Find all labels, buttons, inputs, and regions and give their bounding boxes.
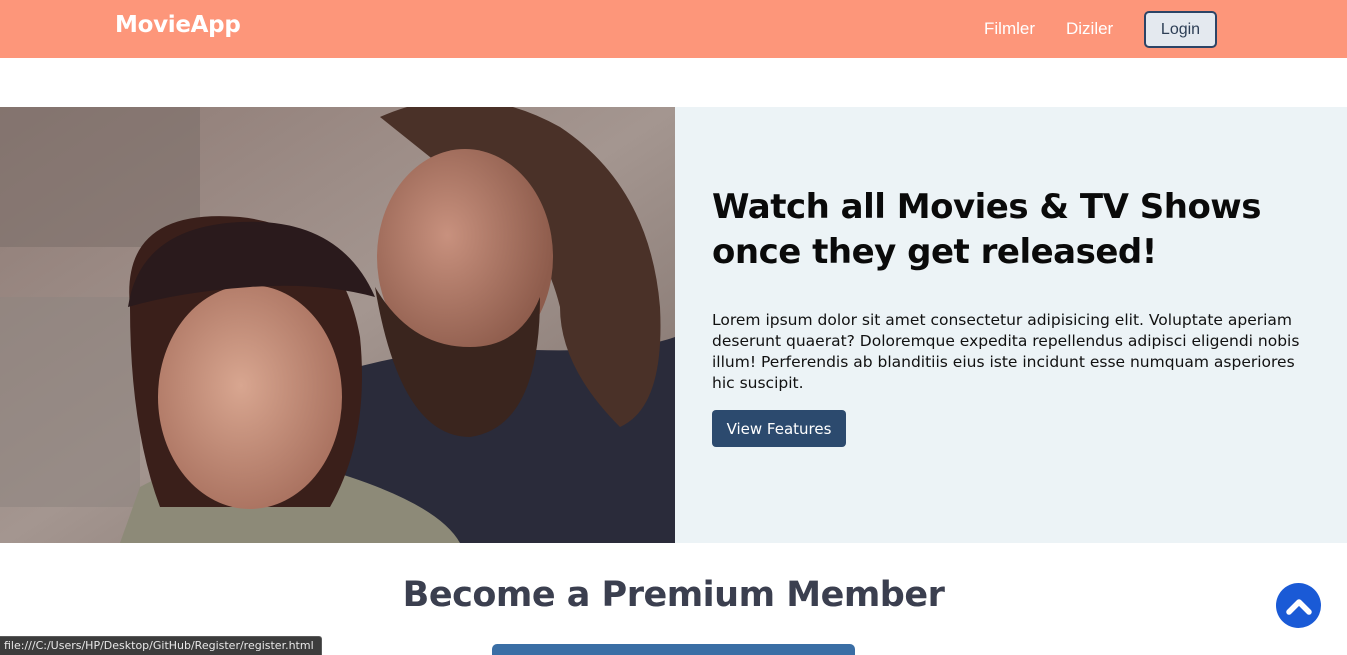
scroll-to-top-button[interactable] [1276,583,1321,628]
browser-status-bar: file:///C:/Users/HP/Desktop/GitHub/Regis… [0,636,322,655]
nav-link-diziler[interactable]: Diziler [1066,19,1113,39]
premium-title: Become a Premium Member [402,575,945,615]
hero-title: Watch all Movies & TV Shows once they ge… [712,187,1261,272]
nav-link-filmler[interactable]: Filmler [984,19,1035,39]
navbar: MovieApp Filmler Diziler Login [0,0,1347,58]
brand-logo[interactable]: MovieApp [115,12,241,38]
view-features-button[interactable]: View Features [712,410,846,447]
hero-description: Lorem ipsum dolor sit amet consectetur a… [712,311,1300,392]
login-button[interactable]: Login [1144,11,1217,48]
chevron-up-icon [1285,598,1312,615]
hero-section: Watch all Movies & TV Shows once they ge… [0,107,1347,543]
premium-card[interactable] [492,644,855,655]
hero-image [0,107,675,543]
